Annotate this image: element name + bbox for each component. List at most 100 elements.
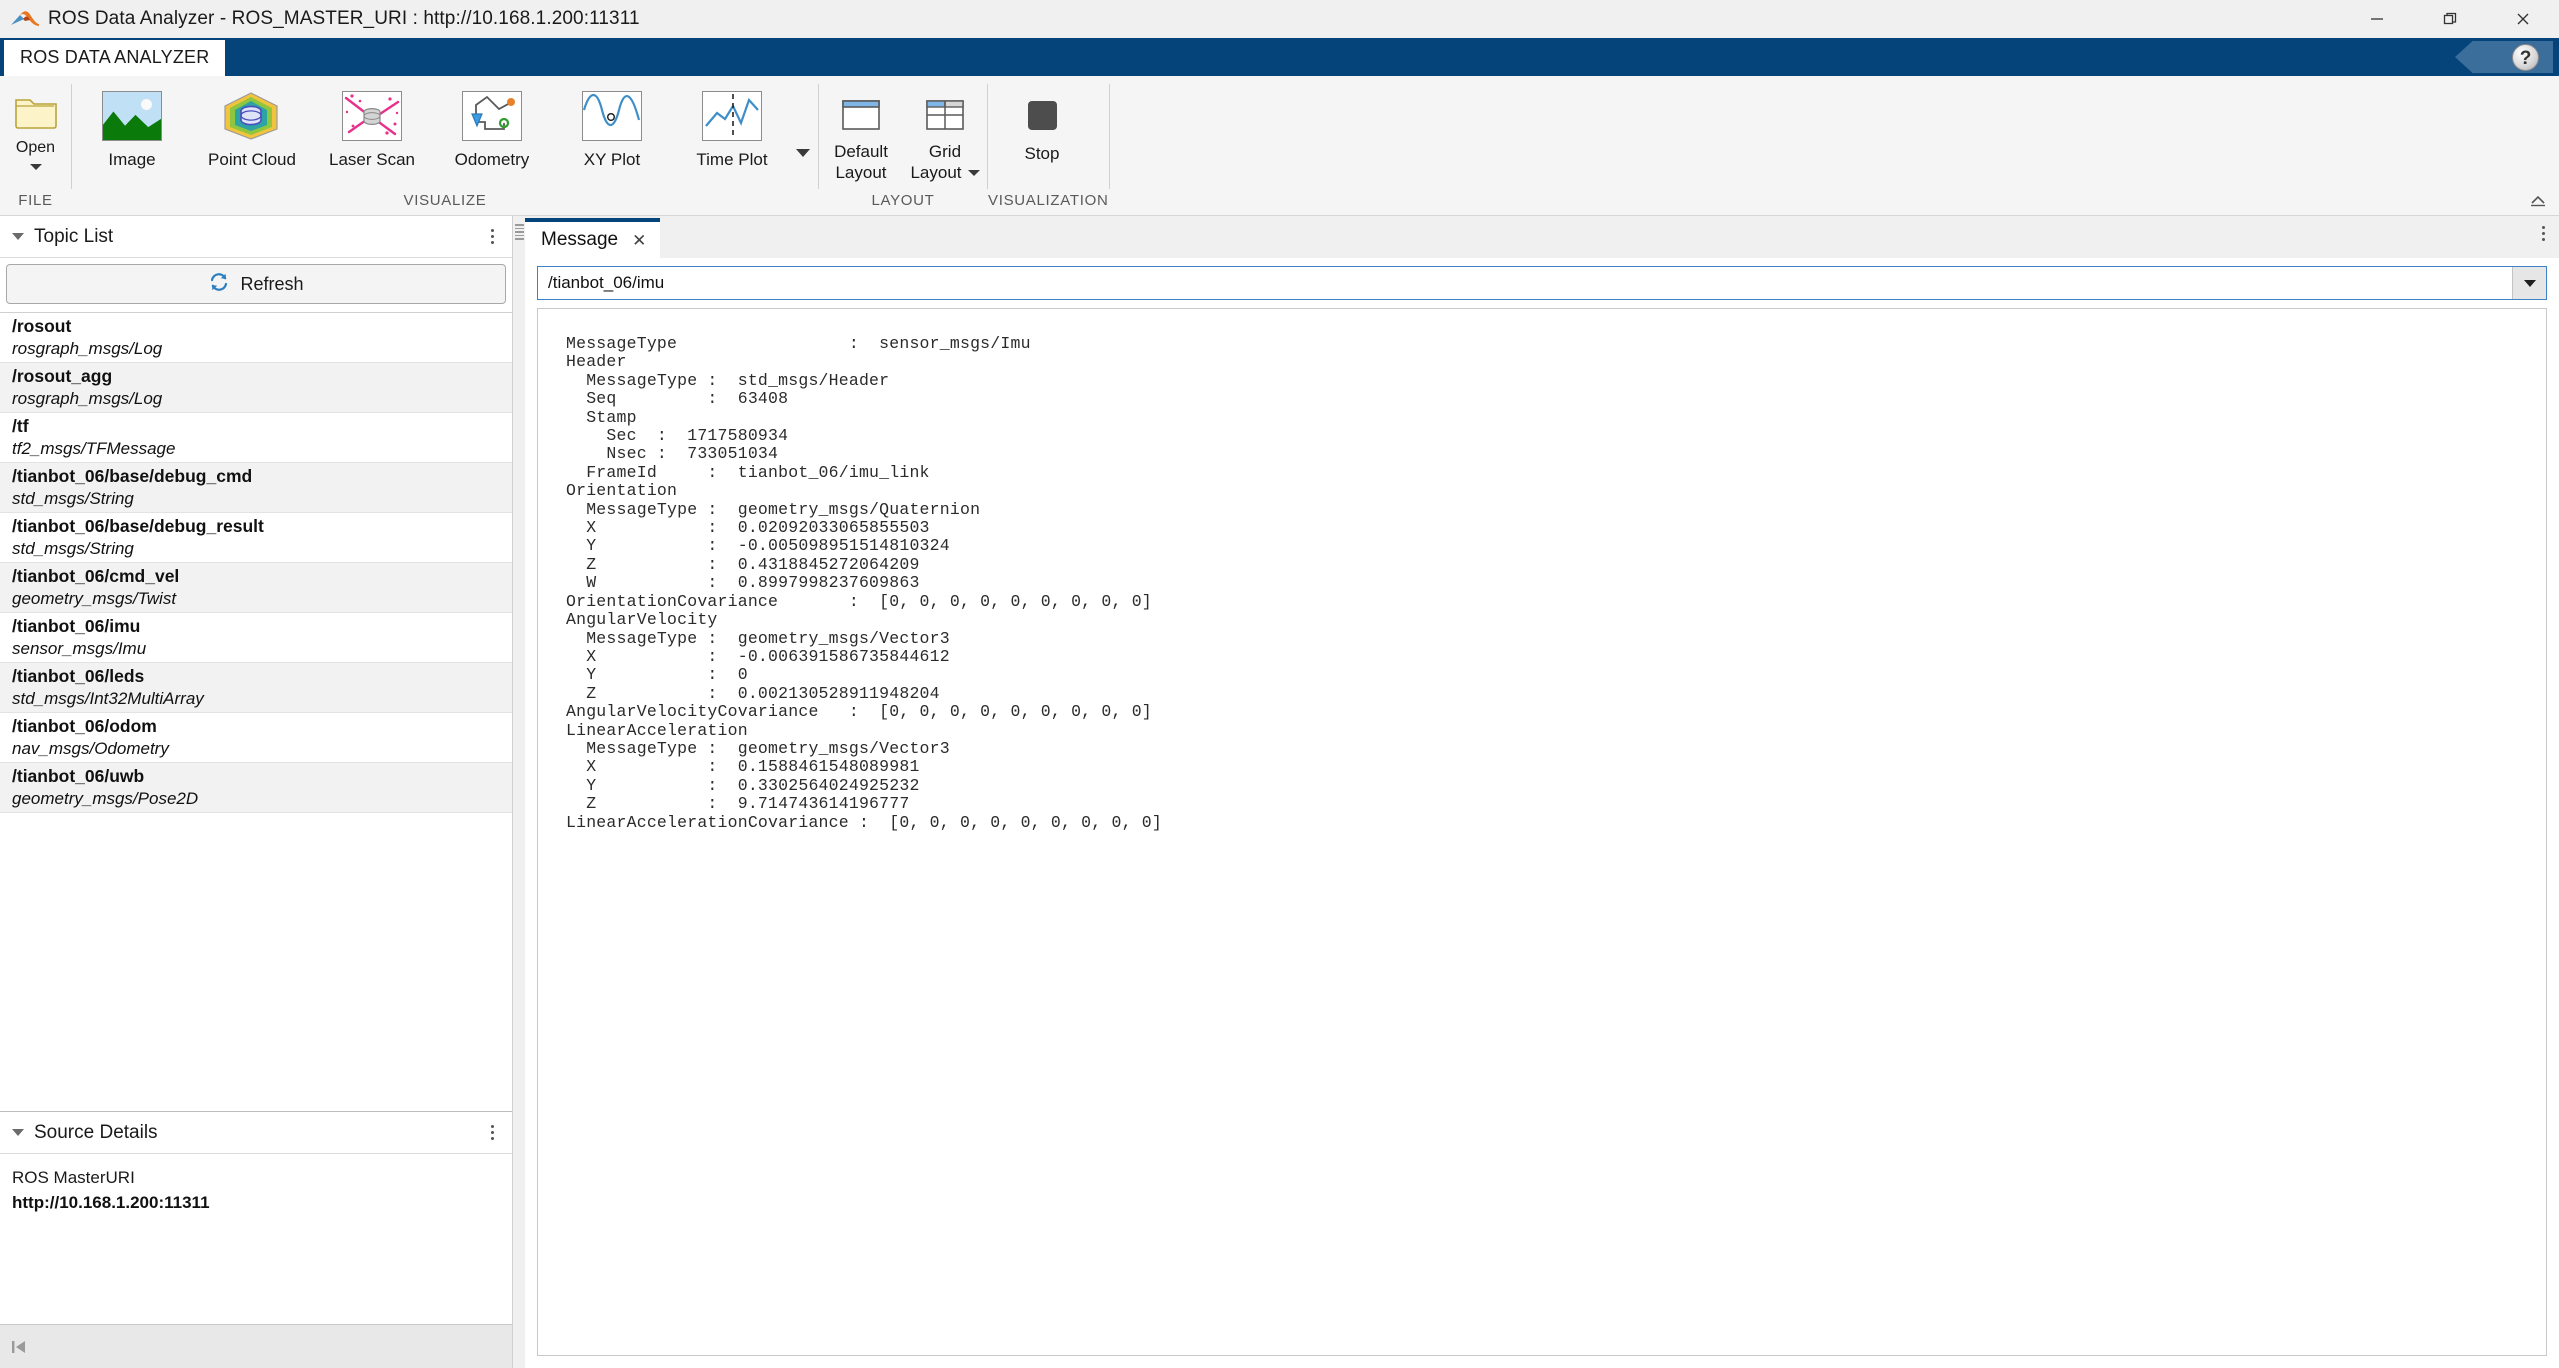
grid-layout-button[interactable]: Grid Layout xyxy=(903,84,987,185)
topic-list-header: Topic List xyxy=(0,216,512,258)
ribbon-group-visualize-label: VISUALIZE xyxy=(403,192,487,209)
topic-list-item[interactable]: /tianbot_06/base/debug_result std_msgs/St… xyxy=(0,513,512,563)
more-visualizations-caret-icon[interactable] xyxy=(796,149,810,157)
topic-type: std_msgs/Int32MultiArray xyxy=(12,688,204,708)
ribbon-group-visualization: Stop VISUALIZATION xyxy=(988,76,1109,215)
visualize-button-xy-plot[interactable]: XY Plot xyxy=(552,84,672,175)
visualize-button-point-cloud[interactable]: Point Cloud xyxy=(192,84,312,175)
topic-list-item[interactable]: /rosout rosgraph_msgs/Log xyxy=(0,313,512,363)
ribbon-tab-strip: ROS DATA ANALYZER ? xyxy=(0,38,2559,76)
refresh-button[interactable]: Refresh xyxy=(6,264,506,304)
topic-type: rosgraph_msgs/Log xyxy=(12,338,163,358)
question-mark-icon: ? xyxy=(2512,43,2539,71)
visualize-button-image[interactable]: Image xyxy=(72,84,192,175)
source-details-more-options-icon[interactable] xyxy=(487,1121,498,1144)
topic-select-dropdown[interactable]: /tianbot_06/imu xyxy=(537,266,2547,300)
visualize-label-odometry: Odometry xyxy=(454,150,530,169)
topic-list-title: Topic List xyxy=(34,225,114,247)
default-layout-label-line2: Layout xyxy=(835,163,887,183)
panel-splitter[interactable] xyxy=(513,216,525,1368)
topic-list-item[interactable]: /tianbot_06/base/debug_cmd std_msgs/Strin… xyxy=(0,463,512,513)
grid-layout-label-line1: Grid xyxy=(928,142,962,161)
topic-type: sensor_msgs/Imu xyxy=(12,638,147,658)
right-panel: Message ✕ /tianbot_06/imu MessageType : … xyxy=(525,216,2559,1368)
title-bar: ROS Data Analyzer - ROS_MASTER_URI : htt… xyxy=(0,0,2559,38)
topic-name: /tianbot_06/odom xyxy=(12,715,157,736)
close-icon[interactable]: ✕ xyxy=(632,232,646,249)
default-layout-icon xyxy=(838,95,884,135)
topic-name: /tianbot_06/cmd_vel xyxy=(12,565,180,586)
time-plot-icon xyxy=(702,91,762,141)
topic-list-item[interactable]: /tianbot_06/imu sensor_msgs/Imu xyxy=(0,613,512,663)
default-layout-label-line1: Default xyxy=(834,142,888,161)
stop-button[interactable]: Stop xyxy=(988,84,1096,165)
restore-button[interactable] xyxy=(2413,0,2486,38)
topic-type: nav_msgs/Odometry xyxy=(12,738,169,758)
topic-type: rosgraph_msgs/Log xyxy=(12,388,163,408)
source-details-key: ROS MasterURI xyxy=(12,1168,135,1187)
visualize-button-time-plot[interactable]: Time Plot xyxy=(672,84,792,175)
topic-type: std_msgs/String xyxy=(12,488,134,508)
topic-select-value: /tianbot_06/imu xyxy=(548,273,665,292)
topic-list[interactable]: /rosout rosgraph_msgs/Log/rosout_agg rosgr… xyxy=(0,312,512,1111)
topic-list-item[interactable]: /tianbot_06/odom nav_msgs/Odometry xyxy=(0,713,512,763)
topic-name: /rosout_agg xyxy=(12,365,113,386)
grid-layout-menu-caret-icon[interactable] xyxy=(967,169,980,176)
refresh-area: Refresh xyxy=(0,258,512,312)
document-body: /tianbot_06/imu MessageType : sensor_msg… xyxy=(525,258,2559,1368)
topic-list-item[interactable]: /tf tf2_msgs/TFMessage xyxy=(0,413,512,463)
ribbon-group-file: Open FILE xyxy=(0,76,71,215)
topic-list-item[interactable]: /rosout_agg rosgraph_msgs/Log xyxy=(0,363,512,413)
topic-name: /rosout xyxy=(12,315,72,336)
tab-message-label: Message xyxy=(541,229,619,250)
topic-list-more-options-icon[interactable] xyxy=(487,225,498,248)
document-more-options-icon[interactable] xyxy=(2542,226,2545,241)
ribbon-toolbar: Open FILE Image Point Cloud Laser Scan O… xyxy=(0,76,2559,216)
topic-name: /tianbot_06/base/debug_result xyxy=(12,515,264,536)
visualize-button-odometry[interactable]: Odometry xyxy=(432,84,552,175)
ribbon-group-layout-label: LAYOUT xyxy=(871,192,935,209)
topic-list-item[interactable]: /tianbot_06/leds std_msgs/Int32MultiArray xyxy=(0,663,512,713)
ribbon-group-visualization-label: VISUALIZATION xyxy=(988,192,1109,209)
topic-type: geometry_msgs/Pose2D xyxy=(12,788,199,808)
topic-name: /tianbot_06/leds xyxy=(12,665,145,686)
topic-type: tf2_msgs/TFMessage xyxy=(12,438,176,458)
minimize-button[interactable] xyxy=(2340,0,2413,38)
laser-scan-icon xyxy=(342,91,402,141)
topic-list-item[interactable]: /tianbot_06/uwb geometry_msgs/Pose2D xyxy=(0,763,512,813)
default-layout-button[interactable]: Default Layout xyxy=(819,84,903,185)
chevron-down-icon[interactable] xyxy=(2512,267,2546,299)
open-menu-caret-icon[interactable] xyxy=(29,164,42,170)
topic-list-collapse-caret-icon[interactable] xyxy=(12,233,24,240)
collapse-ribbon-button[interactable] xyxy=(2527,189,2549,211)
source-details-section: Source Details ROS MasterURI http://10.1… xyxy=(0,1111,512,1324)
source-details-collapse-caret-icon[interactable] xyxy=(12,1129,24,1136)
topic-list-item[interactable]: /tianbot_06/cmd_vel geometry_msgs/Twist xyxy=(0,563,512,613)
window-title: ROS Data Analyzer - ROS_MASTER_URI : htt… xyxy=(48,7,640,29)
refresh-icon xyxy=(208,271,230,298)
odometry-icon xyxy=(462,91,522,141)
topic-select-area: /tianbot_06/imu xyxy=(537,258,2547,308)
ribbon-group-layout: Default Layout Grid Layout LAYOUT xyxy=(819,76,987,215)
go-to-first-icon[interactable] xyxy=(8,1336,30,1358)
ribbon-group-file-label: FILE xyxy=(18,192,53,209)
help-button[interactable]: ? xyxy=(2455,41,2553,73)
source-details-title: Source Details xyxy=(34,1121,158,1143)
visualize-label-laser-scan: Laser Scan xyxy=(329,150,415,169)
visualize-label-xy-plot: XY Plot xyxy=(583,150,641,169)
xy-plot-icon xyxy=(582,91,642,141)
tab-ros-data-analyzer[interactable]: ROS DATA ANALYZER xyxy=(4,40,226,76)
open-button[interactable]: Open xyxy=(0,84,71,170)
close-button[interactable] xyxy=(2486,0,2559,38)
source-details-header: Source Details xyxy=(0,1112,512,1154)
ribbon-divider-4 xyxy=(1108,84,1110,189)
visualize-label-image: Image xyxy=(108,150,156,169)
grid-layout-label-line2: Layout xyxy=(910,163,962,183)
visualize-button-laser-scan[interactable]: Laser Scan xyxy=(312,84,432,175)
tab-message[interactable]: Message ✕ xyxy=(525,218,661,258)
source-details-value: http://10.168.1.200:11311 xyxy=(12,1192,210,1212)
visualize-label-point-cloud: Point Cloud xyxy=(208,150,296,169)
open-button-label: Open xyxy=(15,139,56,156)
grid-layout-icon xyxy=(922,95,968,135)
message-viewer[interactable]: MessageType : sensor_msgs/Imu Header Mes… xyxy=(537,308,2547,1356)
